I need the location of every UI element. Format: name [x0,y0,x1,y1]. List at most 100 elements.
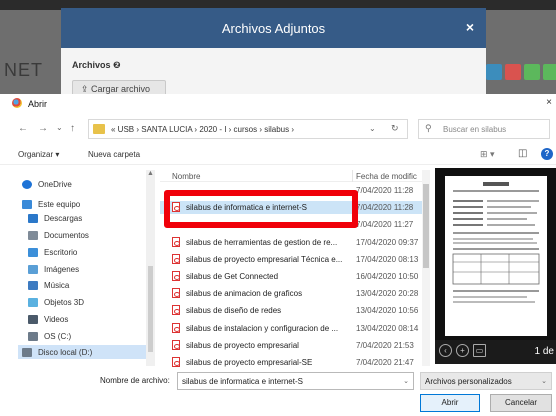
nav-item-label: Descargas [44,213,83,223]
nav-item[interactable]: OneDrive [22,177,72,191]
file-date: 7/04/2020 11:28 [356,186,414,195]
help-icon[interactable] [524,64,540,80]
chevron-down-icon[interactable]: ⌄ [541,377,547,385]
chevron-down-icon[interactable]: ⌄ [403,377,409,385]
file-date: 16/04/2020 10:50 [356,272,419,281]
documents-icon [28,230,38,240]
nav-item[interactable]: Videos [28,312,68,326]
file-name: silabus de proyecto empresarial [186,340,299,350]
search-input[interactable]: ⚲ Buscar en silabus [418,119,550,139]
pdf-file-icon [172,322,180,333]
file-name: silabus de proyecto empresarial Técnica … [186,254,343,264]
filetype-select[interactable]: Archivos personalizados ⌄ [420,372,552,390]
pdf-preview-page [445,176,547,336]
nav-item[interactable]: Objetos 3D [28,295,84,309]
recent-locations-icon[interactable]: ⌄ [56,123,63,132]
grid-icon[interactable] [486,64,502,80]
pdf-file-icon [172,305,180,316]
forward-icon[interactable]: → [38,123,48,134]
nav-item-label: Videos [44,314,69,324]
preview-pane-icon[interactable]: ◫ [518,148,527,159]
nav-item[interactable]: Descargas [28,211,82,225]
nav-item[interactable]: Disco local (D:) [18,345,146,359]
file-name: silabus de Get Connected [186,272,279,281]
column-separator [352,170,353,182]
refresh-icon[interactable]: ↻ [391,123,399,134]
help-icon[interactable]: ? [541,148,553,160]
cancel-button[interactable]: Cancelar [490,394,552,412]
file-name: silabus de instalacion y configuracion d… [186,323,339,333]
nav-item-label: Este equipo [38,199,81,209]
pdf-file-icon [172,288,180,299]
filename-value[interactable]: silabus de informatica e internet-S [182,377,303,386]
fit-page-icon[interactable]: ▭ [473,344,486,357]
list-icon[interactable] [505,64,521,80]
attachments-label: Archivos ❷ [72,60,121,70]
nav-item[interactable]: Escritorio [28,245,77,259]
file-row[interactable]: silabus de diseño de redes 13/04/2020 10:… [160,304,430,317]
header-icon-group [486,64,556,80]
pdf-file-icon [172,253,180,264]
file-date: 17/04/2020 09:37 [356,237,419,247]
address-bar[interactable]: « USB › SANTA LUCIA › 2020 - I › cursos … [88,119,408,139]
nav-item-label: Objetos 3D [44,297,85,307]
nav-item[interactable]: Documentos [28,228,89,242]
download-icon [28,213,38,223]
up-folder-icon[interactable]: ↑ [70,123,75,134]
document-thumbnail [452,182,540,303]
more-icon[interactable] [543,64,556,80]
column-name-header[interactable]: Nombre [172,172,200,181]
file-row[interactable]: silabus de Get Connected 16/04/2020 10:50 [160,270,430,283]
page-indicator: 1 de [534,346,554,357]
file-row[interactable]: silabus de instalacion y configuracion d… [160,322,430,335]
scroll-up-icon[interactable]: ▲ [147,170,154,177]
navigation-scrollbar[interactable]: ▲ [146,170,155,366]
modal-close-icon[interactable]: × [466,19,474,35]
nav-item-label: Imágenes [44,264,80,274]
nav-item[interactable]: OS (C:) [28,329,71,343]
column-date-header[interactable]: Fecha de modific [356,172,417,181]
view-options-icon[interactable]: ⊞ ▾ [480,149,495,160]
file-name: silabus de diseño de redes [186,306,282,316]
file-list-scrollbar[interactable] [422,170,430,366]
address-dropdown-icon[interactable]: ⌄ [369,124,376,133]
nav-item-label: Documentos [44,230,89,240]
file-name: silabus de animacion de graficos [186,289,303,299]
filename-input[interactable]: silabus de informatica e internet-S ⌄ [177,372,414,390]
new-folder-button[interactable]: Nueva carpeta [88,150,140,159]
open-button[interactable]: Abrir [420,394,480,412]
file-row[interactable]: silabus de animacion de graficos 13/04/20… [160,287,430,300]
nav-item[interactable]: Imágenes [28,262,79,276]
cloud-icon [22,179,32,189]
file-row[interactable]: silabus de herramientas de gestion de re… [160,236,430,249]
attachments-modal: Archivos Adjuntos × Archivos ❷ ⇪ Cargar … [61,8,486,96]
address-path[interactable]: « USB › SANTA LUCIA › 2020 - I › cursos … [111,125,294,134]
scrollbar-thumb[interactable] [148,266,153,352]
file-row[interactable]: silabus de proyecto empresarial-SE 7/04/2… [160,356,430,369]
nav-item-label: Escritorio [44,247,78,257]
back-icon[interactable]: ← [18,123,28,134]
filetype-value: Archivos personalizados [425,377,512,386]
preview-pane: ‹ + ▭ 1 de [435,168,556,364]
nav-item-label: Disco local (D:) [38,347,93,357]
pdf-file-icon [172,271,180,281]
pictures-icon [28,264,38,274]
address-row: ← → ⌄ ↑ « USB › SANTA LUCIA › 2020 - I ›… [0,116,556,140]
organize-menu[interactable]: Organizar ▾ [18,150,59,159]
nav-item-label: Música [44,280,70,290]
modal-header: Archivos Adjuntos × [61,8,486,48]
nav-item[interactable]: Música [28,278,69,292]
previous-page-icon[interactable]: ‹ [439,344,452,357]
file-row[interactable]: silabus de proyecto empresarial 7/04/2020… [160,339,430,352]
pdf-file-icon [172,236,180,247]
navigation-pane: OneDrive Este equipo Descargas Documentos Es… [0,170,155,370]
computer-icon [22,199,32,209]
zoom-in-icon[interactable]: + [456,344,469,357]
file-row[interactable]: silabus de proyecto empresarial Técnica … [160,253,430,266]
dialog-close-icon[interactable]: × [546,97,552,108]
file-date: 7/04/2020 11:28 [356,203,414,213]
nav-item[interactable]: Este equipo [22,197,80,211]
videos-icon [28,314,38,324]
scrollbar-thumb[interactable] [423,184,429,268]
preview-controls: ‹ + ▭ 1 de [435,340,556,364]
